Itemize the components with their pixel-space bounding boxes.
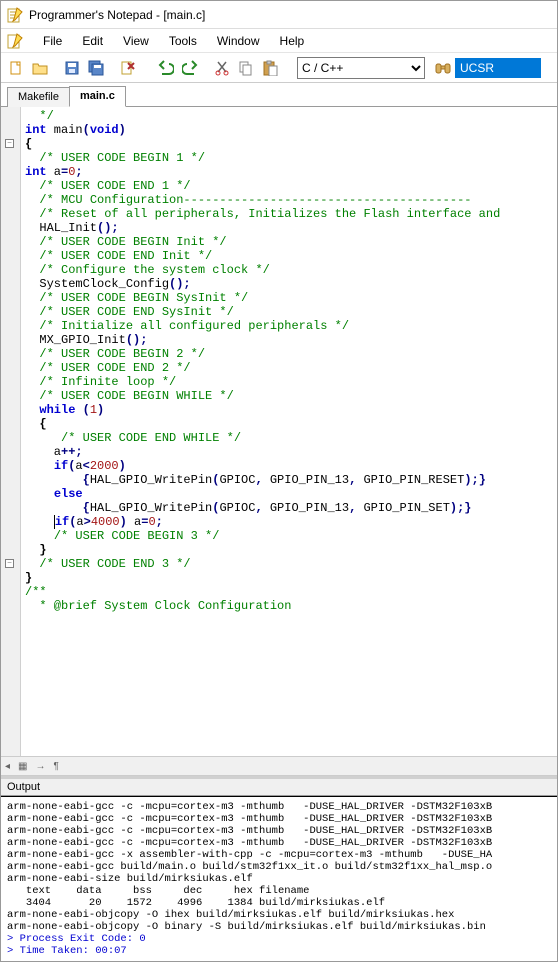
menu-bar: File Edit View Tools Window Help xyxy=(1,29,557,53)
copy-button[interactable] xyxy=(235,57,257,79)
output-panel[interactable]: arm-none-eabi-gcc -c -mcpu=cortex-m3 -mt… xyxy=(1,796,557,961)
open-folder-button[interactable] xyxy=(29,57,51,79)
app-small-icon xyxy=(7,33,23,49)
editor-nav-bar: ◂ ▦ → ¶ xyxy=(1,756,557,776)
app-icon xyxy=(7,7,23,23)
search-input[interactable] xyxy=(455,58,541,78)
paste-button[interactable] xyxy=(259,57,281,79)
redo-button[interactable] xyxy=(179,57,201,79)
menu-help[interactable]: Help xyxy=(270,32,315,50)
document-tabs: Makefile main.c xyxy=(1,83,557,107)
menu-file[interactable]: File xyxy=(33,32,72,50)
output-panel-header[interactable]: Output xyxy=(1,776,557,796)
menu-edit[interactable]: Edit xyxy=(72,32,113,50)
code-editor[interactable]: −−− */int main(void){ /* USER CODE BEGIN… xyxy=(1,107,557,756)
nav-left-icon[interactable]: ◂ xyxy=(5,761,10,772)
close-file-button[interactable] xyxy=(117,57,139,79)
tab-makefile[interactable]: Makefile xyxy=(7,87,70,107)
code-area[interactable]: */int main(void){ /* USER CODE BEGIN 1 *… xyxy=(21,107,557,756)
nav-pilcrow-icon[interactable]: ¶ xyxy=(53,761,58,772)
menu-view[interactable]: View xyxy=(113,32,159,50)
nav-arrow-right-icon[interactable]: → xyxy=(35,761,45,772)
binoculars-icon[interactable] xyxy=(435,60,451,76)
cut-button[interactable] xyxy=(211,57,233,79)
window-title: Programmer's Notepad - [main.c] xyxy=(29,8,205,22)
title-bar: Programmer's Notepad - [main.c] xyxy=(1,1,557,29)
new-file-button[interactable] xyxy=(5,57,27,79)
menu-window[interactable]: Window xyxy=(207,32,270,50)
menu-tools[interactable]: Tools xyxy=(159,32,207,50)
fold-gutter[interactable]: −−− xyxy=(1,107,21,756)
toolbar: C / C++ xyxy=(1,53,557,83)
tab-main-c[interactable]: main.c xyxy=(69,86,126,107)
nav-grid-icon[interactable]: ▦ xyxy=(18,761,27,772)
fold-marker[interactable]: − xyxy=(5,139,14,148)
save-button[interactable] xyxy=(61,57,83,79)
language-select[interactable]: C / C++ xyxy=(297,57,425,79)
fold-marker[interactable]: − xyxy=(5,559,14,568)
save-all-button[interactable] xyxy=(85,57,107,79)
undo-button[interactable] xyxy=(155,57,177,79)
